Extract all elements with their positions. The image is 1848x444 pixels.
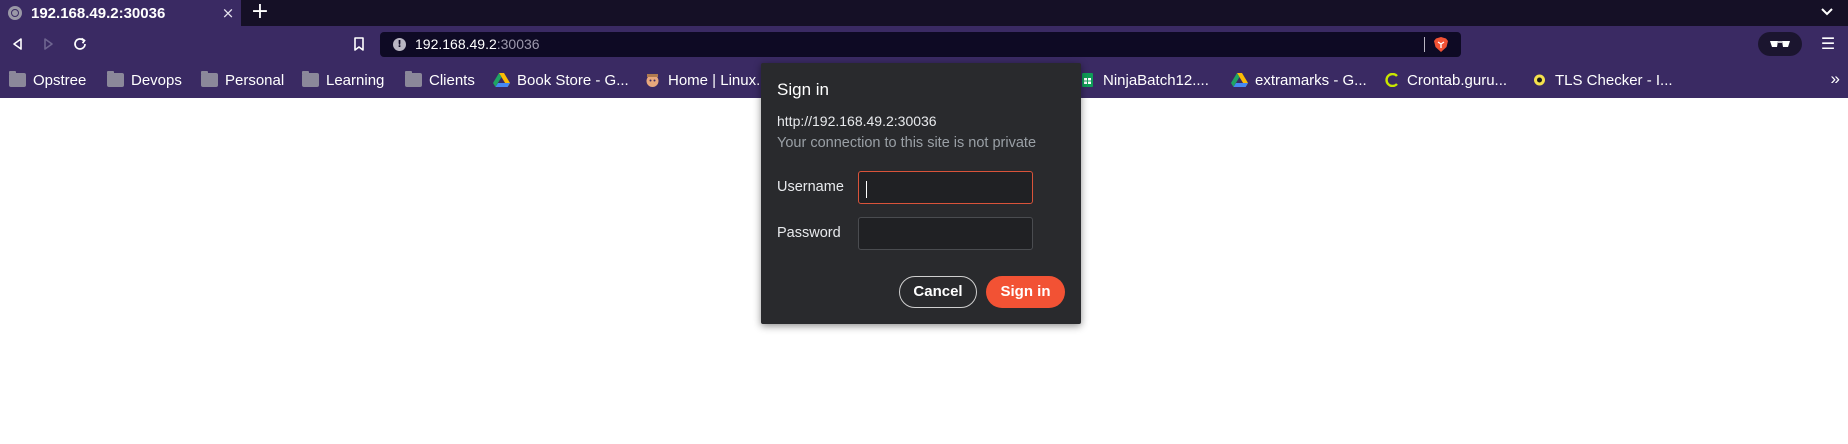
site-info-icon[interactable]: ! [393, 38, 406, 51]
sign-in-button[interactable]: Sign in [986, 276, 1065, 308]
bookmark-devops[interactable]: Devops [107, 62, 182, 98]
folder-icon [302, 71, 319, 87]
bookmark-label: Learning [326, 71, 385, 89]
password-label: Password [777, 225, 841, 241]
bookmark-book-store[interactable]: Book Store - G... [493, 62, 629, 98]
tab-strip: 192.168.49.2:30036 × + [0, 0, 1848, 26]
tab-close-button[interactable]: × [215, 4, 241, 22]
back-button[interactable] [4, 26, 32, 62]
bookmark-label: extramarks - G... [1255, 71, 1367, 89]
bookmark-label: Devops [131, 71, 182, 89]
new-tab-button[interactable]: + [247, 0, 273, 26]
tab-active[interactable]: 192.168.49.2:30036 × [0, 0, 241, 26]
folder-icon [405, 71, 422, 87]
sign-in-dialog: Sign in http://192.168.49.2:30036 Your c… [761, 63, 1081, 324]
google-drive-icon [493, 73, 510, 87]
forward-icon [44, 38, 53, 50]
bookmark-learning[interactable]: Learning [302, 62, 384, 98]
chevron-down-icon[interactable] [1818, 3, 1836, 21]
globe-icon [8, 6, 22, 20]
username-input[interactable] [858, 171, 1033, 204]
site-icon [646, 74, 659, 87]
google-drive-icon [1231, 73, 1248, 87]
tab-title: 192.168.49.2:30036 [31, 4, 166, 22]
privacy-warning: Your connection to this site is not priv… [777, 135, 1037, 151]
forward-button[interactable] [34, 26, 62, 62]
bookmark-personal[interactable]: Personal [201, 62, 284, 98]
bookmark-extramarks[interactable]: extramarks - G... [1231, 62, 1367, 98]
bookmarks-overflow-button[interactable]: » [1831, 62, 1840, 98]
url-port: :30036 [496, 36, 540, 52]
folder-icon [201, 71, 218, 87]
dialog-url: http://192.168.49.2:30036 [777, 113, 937, 129]
bookmark-label: Clients [429, 71, 475, 89]
extension-button[interactable] [1758, 32, 1802, 56]
url-host: 192.168.49.2 [415, 36, 497, 52]
bookmark-label: TLS Checker - I... [1555, 71, 1673, 89]
google-sheets-icon [1082, 73, 1093, 87]
bookmark-clients[interactable]: Clients [405, 62, 475, 98]
bookmark-home-linux[interactable]: Home | Linux... [644, 62, 769, 98]
text-caret [866, 181, 867, 198]
username-label: Username [777, 179, 844, 195]
brave-shields-icon[interactable] [1433, 36, 1449, 53]
divider [1424, 37, 1425, 52]
tls-icon [1534, 74, 1545, 86]
bookmark-label: Home | Linux... [668, 71, 769, 89]
toolbar: ! 192.168.49.2:30036 ☰ [0, 26, 1848, 62]
bookmark-crontab-guru[interactable]: Crontab.guru... [1383, 62, 1507, 98]
address-bar[interactable]: ! 192.168.49.2:30036 [380, 32, 1461, 57]
bookmark-label: Personal [225, 71, 285, 89]
bookmark-ninjabatch[interactable]: NinjaBatch12.... [1079, 62, 1209, 98]
bookmark-label: Crontab.guru... [1407, 71, 1508, 89]
cancel-button[interactable]: Cancel [899, 276, 977, 308]
bookmark-tls-checker[interactable]: TLS Checker - I... [1531, 62, 1673, 98]
folder-icon [107, 71, 124, 87]
dialog-title: Sign in [777, 80, 829, 99]
bookmark-opstree[interactable]: Opstree [9, 62, 86, 98]
sunglasses-icon [1770, 41, 1790, 47]
reload-icon [74, 37, 86, 50]
bookmark-label: Book Store - G... [517, 71, 629, 89]
bookmark-label: Opstree [33, 71, 87, 89]
reload-button[interactable] [66, 26, 94, 62]
menu-button[interactable]: ☰ [1816, 32, 1840, 56]
bookmark-icon[interactable] [350, 35, 368, 53]
crontab-icon [1385, 73, 1398, 87]
address-text[interactable]: 192.168.49.2:30036 [415, 36, 540, 52]
bookmark-label: NinjaBatch12.... [1103, 71, 1209, 89]
back-icon [13, 38, 22, 50]
password-input[interactable] [858, 217, 1033, 250]
folder-icon [9, 71, 26, 87]
